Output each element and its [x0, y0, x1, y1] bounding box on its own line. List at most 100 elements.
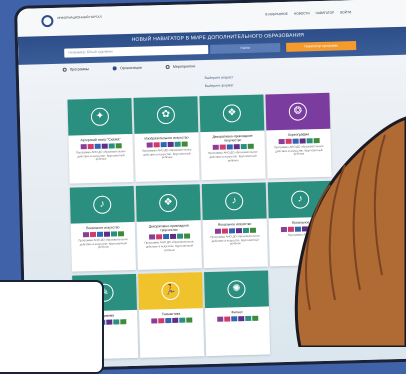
- category-tag-icon: [117, 231, 124, 237]
- program-card[interactable]: ✺ Фитнес: [204, 270, 271, 357]
- card-cover: ♪: [201, 182, 267, 221]
- filter-label: Программы: [69, 67, 90, 72]
- card-description: Программа АНО ДО образовательное действи…: [76, 149, 126, 162]
- card-cover: ♪: [267, 180, 333, 219]
- category-tag-icon: [101, 143, 108, 149]
- category-tag-icon: [157, 318, 164, 324]
- program-card[interactable]: ❖ Декоративно-прикладное творчество Програ…: [135, 184, 202, 270]
- search-placeholder: Например: Юный художник: [68, 49, 113, 55]
- card-cover: ✺: [204, 270, 269, 309]
- category-tag-icon: [313, 138, 320, 144]
- category-tag-icon: [94, 143, 101, 150]
- nav-login[interactable]: ВОЙТИ: [340, 10, 351, 14]
- category-tag-icon: [96, 231, 103, 238]
- category-tag-icon: [233, 144, 240, 150]
- music-icon: ♪: [290, 190, 310, 209]
- category-tag-icon: [155, 234, 162, 240]
- program-card[interactable]: ❖ Декоративно-прикладное творчество Програ…: [199, 94, 266, 181]
- sport-icon: ✺: [227, 280, 246, 299]
- category-tag-icon: [244, 316, 251, 322]
- category-tag-icon: [251, 315, 258, 322]
- music-icon: ♪: [224, 192, 244, 211]
- category-tag-icon: [249, 227, 256, 234]
- paper-sheet: [0, 280, 104, 374]
- nav-news[interactable]: НОВОСТИ: [294, 11, 310, 15]
- category-tag-icon: [299, 138, 306, 144]
- category-tag-icon: [185, 317, 192, 323]
- filter-label: Организации: [120, 65, 142, 71]
- category-tag-icon: [164, 318, 171, 324]
- card-cover: ❖: [135, 184, 201, 222]
- search-button[interactable]: Найти: [210, 43, 281, 54]
- category-tag-icon: [294, 226, 301, 232]
- card-description: Программа АНО ДО образовательное действи…: [141, 147, 192, 160]
- category-tag-icon: [150, 318, 157, 324]
- program-card[interactable]: ♪ Вокальное искусство Программа АНО ДО обр…: [69, 185, 136, 272]
- category-tag-icon: [216, 316, 223, 323]
- category-tag-icon: [237, 316, 244, 322]
- radio-icon[interactable]: [165, 64, 170, 70]
- category-tag-icon: [219, 144, 226, 151]
- nav-navigator[interactable]: НАВИГАТОР: [316, 11, 335, 15]
- category-tag-icon: [247, 144, 254, 150]
- nav-favorites[interactable]: В ИЗБРАННОЕ: [265, 12, 288, 17]
- filter-programs[interactable]: Программы: [62, 67, 90, 72]
- category-tag-icon: [285, 138, 292, 145]
- category-tag-icon: [108, 143, 115, 149]
- music-icon: ♪: [93, 195, 112, 214]
- category-tag-icon: [153, 142, 160, 148]
- craft-icon: ❖: [158, 193, 178, 213]
- card-cover: ❖: [199, 94, 265, 133]
- search-input[interactable]: Например: Юный художник: [64, 44, 209, 58]
- card-description: Программа АНО ДО образовательное действи…: [210, 233, 260, 246]
- program-card[interactable]: ♪ Вокальное Программа АНО ДО: [267, 180, 334, 267]
- radio-selected-icon[interactable]: [113, 66, 118, 71]
- card-title: Декоративно-прикладное творчество: [212, 133, 253, 143]
- category-tag-icon: [119, 319, 126, 325]
- category-tag-icon: [280, 227, 287, 233]
- dance-icon: ❂: [288, 102, 308, 121]
- category-tag-icon: [80, 144, 87, 150]
- category-tag-icon: [212, 145, 219, 151]
- craft-icon: ❖: [222, 104, 242, 123]
- card-description: Программа АНО ДО образовательное действи…: [144, 239, 195, 252]
- category-tag-icon: [171, 318, 178, 324]
- category-tag-icon: [178, 317, 185, 323]
- category-tag-icon: [89, 232, 96, 238]
- category-tag-icon: [226, 144, 233, 150]
- category-tag-icon: [105, 319, 112, 325]
- program-card[interactable]: 🏃 Гимнастика: [138, 272, 205, 358]
- card-description: Программа АНО ДО: [287, 232, 315, 238]
- program-card[interactable]: ❂ Хореография Программа АНО ДО образовател…: [265, 92, 332, 179]
- program-card[interactable]: ✦ Авторский театр "Сказка" Программа АНО Д…: [67, 97, 134, 184]
- card-cover: ✦: [67, 97, 133, 136]
- category-tag-icon: [242, 228, 249, 234]
- filter-events[interactable]: Мероприятия: [165, 64, 196, 70]
- category-tag-icon: [301, 226, 308, 232]
- category-tag-icon: [82, 232, 89, 238]
- category-tag-icon: [306, 138, 313, 144]
- top-nav: В ИЗБРАННОЕ НОВОСТИ НАВИГАТОР ВОЙТИ: [265, 10, 351, 16]
- category-tag-icon: [240, 144, 247, 150]
- category-tag-icon: [230, 316, 237, 322]
- category-tag-icon: [148, 234, 155, 240]
- program-card[interactable]: ✿ Изобразительное искусство Программа АНО …: [133, 96, 200, 182]
- card-description: Программа АНО ДО образовательное действи…: [208, 150, 258, 163]
- category-tag-icon: [278, 139, 285, 145]
- radio-icon[interactable]: [62, 67, 67, 72]
- category-tag-icon: [110, 231, 117, 237]
- logo-icon[interactable]: [41, 14, 54, 28]
- category-tag-icon: [169, 234, 176, 240]
- navigator-button[interactable]: Навигатор программ: [286, 41, 357, 52]
- category-tag-icon: [115, 143, 122, 149]
- card-cover: ♪: [69, 185, 135, 224]
- category-tag-icon: [162, 234, 169, 240]
- filter-label: Мероприятия: [172, 64, 196, 69]
- program-card[interactable]: ♪ Вокальное искусство Программа АНО ДО обр…: [201, 182, 268, 269]
- card-description: [139, 322, 203, 328]
- category-tag-icon: [174, 141, 181, 148]
- category-tag-icon: [214, 228, 221, 235]
- filter-organizations[interactable]: Организации: [113, 66, 142, 71]
- category-tag-icon: [228, 228, 235, 234]
- category-tag-icon: [308, 226, 315, 232]
